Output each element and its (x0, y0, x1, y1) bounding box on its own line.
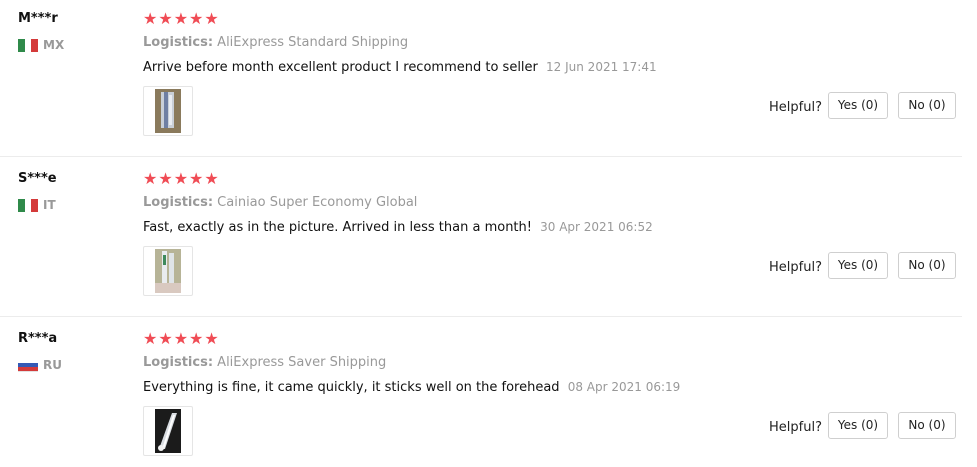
product-photo-icon (155, 89, 181, 133)
review-text: Fast, exactly as in the picture. Arrived… (143, 220, 532, 235)
star-rating: ★★★★★ (143, 9, 220, 28)
review-photo-thumbnail[interactable] (143, 246, 193, 296)
reviewer-country: RU (18, 357, 62, 373)
helpful-label: Helpful? (769, 260, 822, 275)
country-code: IT (43, 198, 56, 212)
logistics-label: Logistics: (143, 195, 214, 210)
reviewer-name: M***r (18, 11, 58, 26)
logistics-label: Logistics: (143, 355, 214, 370)
divider (0, 316, 962, 317)
logistics-value: AliExpress Saver Shipping (217, 355, 387, 370)
logistics-info: Logistics: Cainiao Super Economy Global (143, 195, 417, 210)
logistics-value: AliExpress Standard Shipping (217, 35, 409, 50)
product-photo-icon (155, 249, 181, 293)
logistics-value: Cainiao Super Economy Global (217, 195, 418, 210)
helpful-yes-button[interactable]: Yes (0) (828, 252, 888, 279)
reviewer-name: R***a (18, 331, 58, 346)
helpful-no-button[interactable]: No (0) (898, 252, 956, 279)
star-rating: ★★★★★ (143, 329, 220, 348)
feedback-list: M***r MX ★★★★★ Logistics: AliExpress Sta… (0, 0, 977, 467)
review-content: Arrive before month excellent product I … (143, 60, 657, 75)
review-item: R***a RU ★★★★★ Logistics: AliExpress Sav… (0, 320, 962, 467)
helpful-yes-button[interactable]: Yes (0) (828, 92, 888, 119)
reviewer-name: S***e (18, 171, 57, 186)
logistics-info: Logistics: AliExpress Saver Shipping (143, 355, 386, 370)
flag-icon (18, 38, 39, 52)
review-content: Fast, exactly as in the picture. Arrived… (143, 220, 653, 235)
product-photo-icon (155, 409, 181, 453)
review-content: Everything is fine, it came quickly, it … (143, 380, 680, 395)
review-item: M***r MX ★★★★★ Logistics: AliExpress Sta… (0, 0, 962, 160)
review-photo-thumbnail[interactable] (143, 406, 193, 456)
helpful-no-button[interactable]: No (0) (898, 92, 956, 119)
review-item: S***e IT ★★★★★ Logistics: Cainiao Super … (0, 160, 962, 320)
star-rating: ★★★★★ (143, 169, 220, 188)
divider (0, 156, 962, 157)
review-text: Everything is fine, it came quickly, it … (143, 380, 560, 395)
helpful-label: Helpful? (769, 100, 822, 115)
logistics-label: Logistics: (143, 35, 214, 50)
flag-icon (18, 198, 39, 212)
logistics-info: Logistics: AliExpress Standard Shipping (143, 35, 408, 50)
flag-icon (18, 358, 38, 372)
helpful-label: Helpful? (769, 420, 822, 435)
country-code: RU (43, 358, 62, 372)
review-date: 12 Jun 2021 17:41 (546, 60, 657, 74)
review-photo-thumbnail[interactable] (143, 86, 193, 136)
reviewer-country: MX (18, 37, 64, 53)
country-code: MX (43, 38, 65, 52)
helpful-yes-button[interactable]: Yes (0) (828, 412, 888, 439)
reviewer-country: IT (18, 197, 56, 213)
review-date: 30 Apr 2021 06:52 (540, 220, 653, 234)
helpful-no-button[interactable]: No (0) (898, 412, 956, 439)
review-text: Arrive before month excellent product I … (143, 60, 538, 75)
review-date: 08 Apr 2021 06:19 (567, 380, 681, 394)
